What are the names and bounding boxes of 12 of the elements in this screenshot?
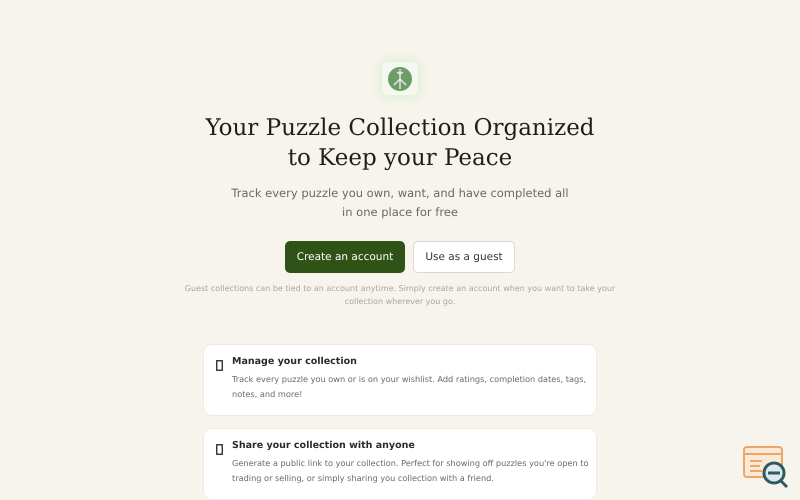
guest-button[interactable]: Use as a guest (413, 241, 515, 273)
feature-title: Share your collection with anyone (232, 440, 416, 451)
page-title: Your Puzzle Collection Organized to Keep your Peace (205, 114, 595, 173)
box-icon (216, 444, 223, 455)
feature-title: Manage your collection (232, 356, 358, 367)
create-account-button[interactable]: Create an account (285, 241, 405, 273)
guest-note: Guest collections can be tied to an account anytime. Simply create an account when you want to take your collection wherever you go. (184, 283, 616, 308)
logo-icon (382, 62, 418, 95)
box-icon (216, 360, 223, 371)
feature-description: Track every puzzle you own or is on your wishlist. Add ratings, completion dates, tags, notes, and more! (232, 373, 586, 401)
feature-description: Generate a public link to your collection. Perfect for showing off puzzles you're open to trading or selling, or simply sharing you collection with a friend. (232, 457, 588, 485)
subtitle: Track every puzzle you own, want, and have completed all in one place for free (231, 185, 569, 221)
